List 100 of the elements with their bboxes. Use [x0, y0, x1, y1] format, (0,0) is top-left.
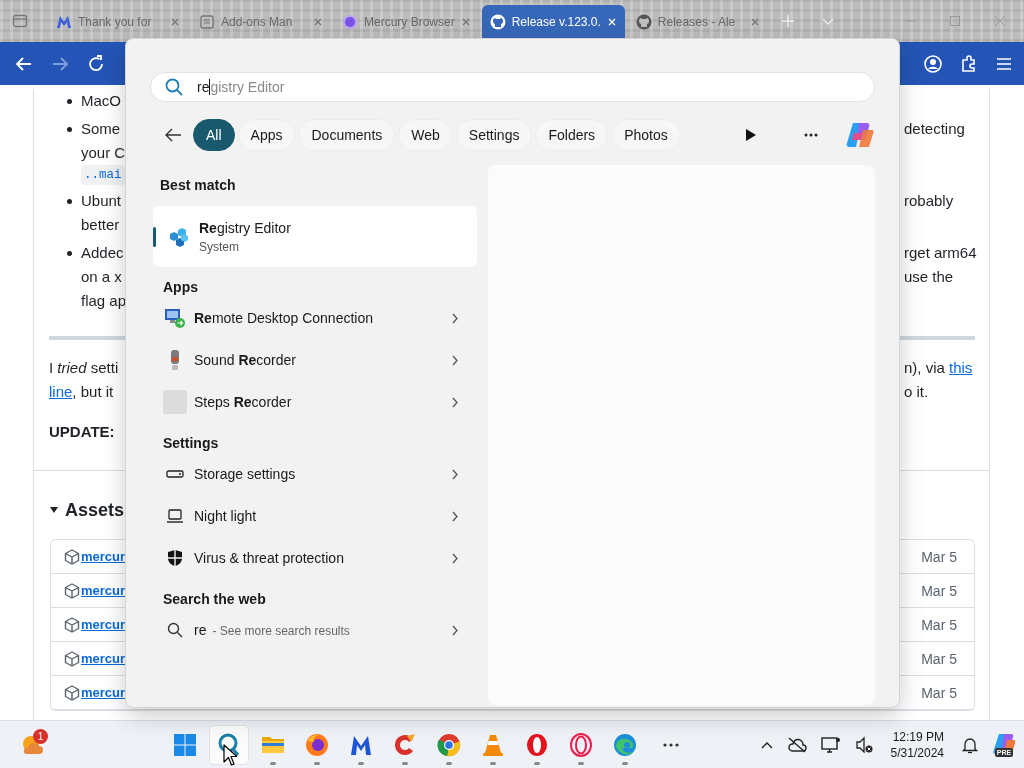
monitor-icon: [164, 307, 186, 329]
asset-link[interactable]: mercur: [81, 651, 126, 666]
round-logo-icon: [635, 13, 652, 30]
more-icon[interactable]: [804, 133, 818, 137]
browser-icon: [305, 732, 329, 757]
laptop-icon: [166, 507, 184, 525]
caret-icon[interactable]: [49, 505, 59, 515]
search-icon: [165, 78, 183, 96]
text-line: Ubunt: [81, 191, 122, 211]
extensions-icon[interactable]: [960, 54, 978, 73]
result-item[interactable]: Steps Recorder: [150, 381, 480, 423]
text-link[interactable]: this: [949, 359, 973, 376]
filter-tab[interactable]: All: [193, 119, 235, 151]
text-line: flag ap: [81, 291, 127, 311]
close-icon[interactable]: [460, 16, 471, 27]
cone-icon: [481, 732, 505, 757]
result-item[interactable]: Registry Editor System: [153, 206, 477, 267]
reload-icon: [86, 53, 106, 74]
package-icon: [64, 582, 80, 599]
chevron-right-icon: [450, 312, 460, 324]
chevron-right-icon: [450, 468, 460, 480]
cursor-icon: [223, 744, 237, 766]
result-item[interactable]: re - See more search results: [150, 609, 480, 651]
browser-tab[interactable]: Release v.123.0.: [481, 5, 625, 38]
text-line: rget arm64: [904, 244, 977, 261]
c-logo-icon: [393, 732, 417, 757]
monitor-icon[interactable]: [820, 735, 841, 754]
filter-tab[interactable]: Folders: [535, 119, 609, 151]
menu-icon[interactable]: [996, 55, 1012, 72]
result-item[interactable]: Night light: [150, 495, 480, 537]
filter-tab[interactable]: Web: [398, 119, 453, 151]
start-icon: [173, 732, 197, 757]
cloud-off-icon[interactable]: [786, 736, 807, 753]
filter-tab[interactable]: Settings: [455, 119, 533, 151]
filter-tab[interactable]: Documents: [298, 119, 396, 151]
result-item[interactable]: Storage settings: [150, 453, 480, 495]
search-icon: [167, 622, 183, 638]
asset-link[interactable]: mercur: [81, 583, 126, 598]
text-line: robably: [904, 192, 954, 209]
tabs-icon[interactable]: [12, 13, 28, 29]
reload-button[interactable]: [86, 53, 106, 74]
text-line: I tried setti: [49, 358, 119, 378]
filter-tab[interactable]: Photos: [611, 119, 681, 151]
chevron-right-icon: [450, 396, 460, 408]
close-icon[interactable]: [749, 16, 760, 27]
text-line: n), via: [904, 359, 946, 376]
result-item[interactable]: Sound Recorder: [150, 339, 480, 381]
clock-time[interactable]: 12:19 PM: [890, 728, 944, 745]
weather-button[interactable]: 1: [20, 732, 48, 757]
browser-icon: [437, 732, 461, 757]
search-field[interactable]: registry Editor: [150, 72, 875, 102]
section-heading: Assets: [65, 499, 125, 521]
taskbar-app[interactable]: [209, 724, 249, 765]
asset-link[interactable]: mercur: [81, 685, 126, 700]
bell-icon[interactable]: [962, 735, 978, 754]
back-icon[interactable]: [164, 126, 182, 144]
asset-link[interactable]: mercur: [81, 617, 126, 632]
bullet-dot: [67, 198, 72, 204]
more-icon[interactable]: [663, 742, 679, 747]
result-item[interactable]: Remote Desktop Connection: [150, 297, 480, 339]
section-heading: Best match: [159, 176, 237, 195]
text-line: use the: [904, 268, 954, 285]
text-line: detecting: [904, 120, 965, 137]
search-icon: [217, 732, 241, 757]
clock-date[interactable]: 5/31/2024: [890, 744, 944, 761]
asset-link[interactable]: mercur: [81, 549, 126, 564]
package-icon: [64, 548, 80, 565]
text-line: Addec: [81, 243, 124, 263]
cubes-icon: [167, 225, 189, 248]
text-line: on a x: [81, 267, 122, 287]
notification-badge: 1: [33, 728, 48, 744]
close-icon[interactable]: [313, 16, 323, 27]
app-logo-icon[interactable]: [845, 120, 875, 150]
speaker-icon[interactable]: [854, 735, 873, 754]
code-link[interactable]: ..mai: [81, 165, 125, 185]
page-icon: [199, 13, 215, 30]
chevron-up-icon[interactable]: [760, 740, 773, 749]
text-line: Some: [81, 119, 121, 139]
text-line: better: [81, 215, 120, 235]
asset-date: Mar 5: [921, 548, 958, 565]
close-icon[interactable]: [606, 16, 617, 27]
text-line: , but it: [72, 382, 114, 402]
asset-date: Mar 5: [921, 684, 958, 701]
package-icon: [64, 650, 80, 667]
close-icon[interactable]: [170, 16, 180, 27]
play-icon[interactable]: [745, 128, 757, 142]
filter-tab[interactable]: Apps: [237, 119, 296, 151]
round-logo-icon: [489, 13, 506, 30]
text-line: your C: [81, 143, 126, 163]
result-item[interactable]: Virus & threat protection: [150, 537, 480, 579]
package-icon: [64, 616, 80, 633]
chevron-right-icon: [450, 624, 460, 636]
asset-date: Mar 5: [921, 616, 958, 633]
bullet-dot: [67, 126, 72, 132]
ring-icon: [569, 732, 593, 757]
text-link[interactable]: line: [49, 380, 73, 404]
chevron-right-icon: [450, 552, 460, 564]
o-logo-icon: [525, 732, 549, 757]
text-line: o it.: [904, 383, 929, 400]
account-icon[interactable]: [924, 54, 942, 73]
